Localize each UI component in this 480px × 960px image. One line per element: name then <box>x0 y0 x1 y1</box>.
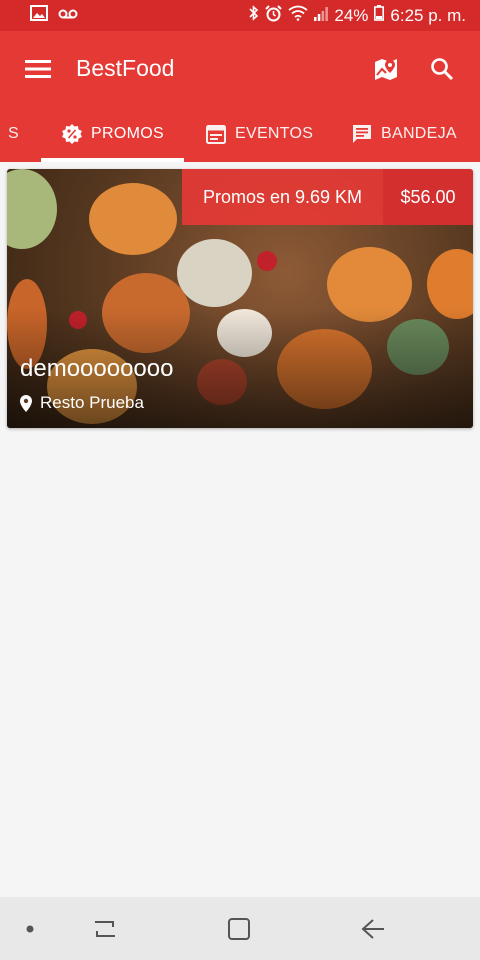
image-icon <box>30 5 48 26</box>
tab-indicator <box>41 158 184 162</box>
app-bar: BestFood <box>0 31 480 106</box>
restaurant-name: Resto Prueba <box>40 393 144 412</box>
tab-bandeja[interactable]: BANDEJA <box>351 106 457 162</box>
tab-label: PROMOS <box>91 125 164 142</box>
signal-icon <box>314 6 329 26</box>
battery-icon <box>374 5 385 26</box>
map-button[interactable] <box>358 31 414 106</box>
promo-distance-badge: Promos en 9.69 KM <box>182 169 383 225</box>
menu-button[interactable] <box>0 31 76 106</box>
card-location: Resto Prueba <box>20 393 144 413</box>
tab-truncated[interactable]: S <box>8 106 19 162</box>
card-title: demoooooooo <box>20 355 174 382</box>
tab-bar: S PROMOS EVENTOS BANDEJA <box>0 106 480 162</box>
back-button[interactable] <box>348 897 398 960</box>
location-pin-icon <box>20 394 32 412</box>
promo-card[interactable]: Promos en 9.69 KM $56.00 demoooooooo Res… <box>7 169 473 428</box>
tab-label: EVENTOS <box>235 125 314 142</box>
tab-label: BANDEJA <box>381 125 457 142</box>
alarm-icon <box>265 4 283 27</box>
tab-promos[interactable]: PROMOS <box>61 106 164 162</box>
calendar-icon <box>206 125 226 144</box>
app-title: BestFood <box>76 55 175 81</box>
recents-button[interactable] <box>80 897 130 960</box>
tab-label: S <box>8 125 19 142</box>
home-icon <box>228 917 250 940</box>
home-button[interactable] <box>214 897 264 960</box>
message-icon <box>353 125 371 143</box>
map-marker-icon <box>375 58 397 80</box>
search-icon <box>431 57 454 80</box>
system-nav-bar <box>0 897 480 960</box>
clock: 6:25 p. m. <box>390 5 466 25</box>
bluetooth-icon <box>248 5 259 26</box>
battery-percent: 24% <box>334 5 369 25</box>
dot-indicator <box>18 897 42 960</box>
search-button[interactable] <box>414 31 470 106</box>
recents-icon <box>95 920 115 937</box>
tab-eventos[interactable]: EVENTOS <box>205 106 313 162</box>
voicemail-icon <box>58 7 78 25</box>
wifi-icon <box>288 5 308 26</box>
back-icon <box>361 918 384 939</box>
status-bar: 24% 6:25 p. m. <box>0 0 480 31</box>
hamburger-menu-icon <box>25 59 51 78</box>
price-badge: $56.00 <box>383 169 473 225</box>
discount-icon <box>62 124 82 144</box>
